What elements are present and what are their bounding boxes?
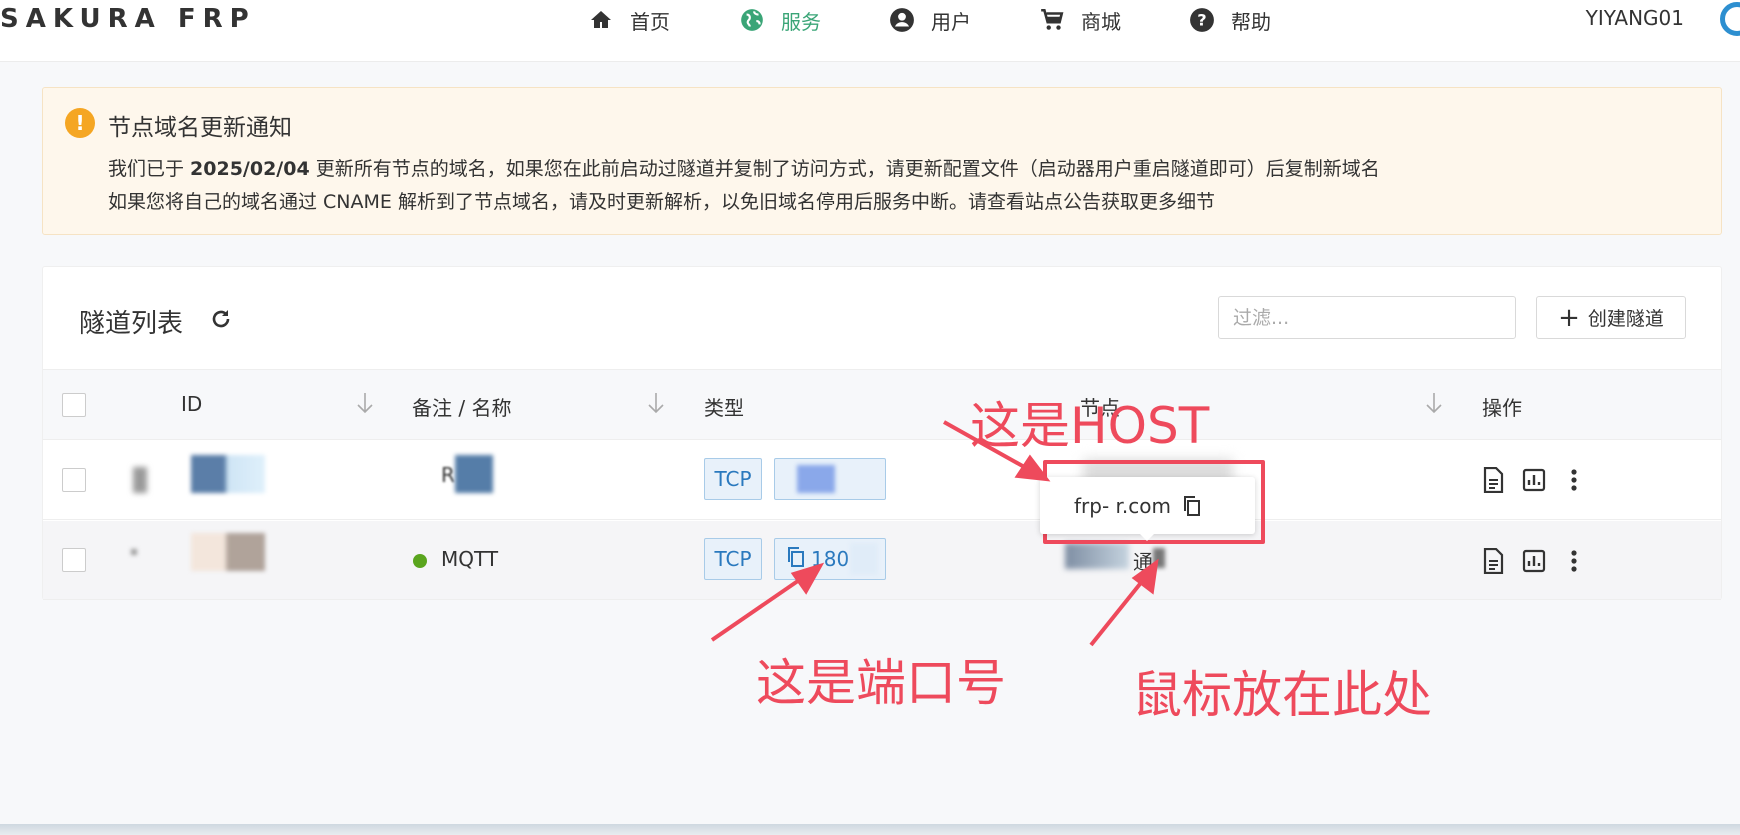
redacted-node <box>1153 548 1165 568</box>
tunnel-name: R <box>441 463 455 487</box>
table-header: ID 备注 / 名称 类型 节点 操作 <box>43 369 1721 440</box>
site-logo[interactable]: SAKURA FRP <box>0 4 256 34</box>
notice-line-2: 如果您将自己的域名通过 CNAME 解析到了节点域名，请及时更新解析，以免旧域名… <box>108 191 1215 213</box>
expand-chevron-icon[interactable] <box>133 467 147 493</box>
nav-user[interactable]: 用户 <box>888 5 971 35</box>
notice-line-1: 我们已于 2025/02/04 更新所有节点的域名，如果您在此前启动过隧道并复制… <box>108 154 1380 181</box>
port-tag[interactable] <box>774 458 886 500</box>
create-tunnel-label: 创建隧道 <box>1587 308 1664 330</box>
redacted-port <box>850 543 878 575</box>
type-tag: TCP <box>704 538 762 580</box>
sort-arrow-icon[interactable] <box>355 390 375 416</box>
nav-help-label: 帮助 <box>1231 9 1271 34</box>
redacted-id <box>191 455 265 493</box>
online-status-dot <box>413 554 427 568</box>
more-vertical-icon[interactable] <box>1561 467 1587 493</box>
domain-update-notice: ! 节点域名更新通知 我们已于 2025/02/04 更新所有节点的域名，如果您… <box>42 87 1722 235</box>
row-checkbox[interactable] <box>62 468 86 492</box>
nav-shop[interactable]: 商城 <box>1038 5 1121 35</box>
top-navbar: SAKURA FRP 首页 服务 用户 商城 ? 帮助 YIYANG01 <box>0 0 1740 62</box>
bottom-edge <box>0 824 1740 835</box>
filter-input[interactable] <box>1218 296 1516 339</box>
globe-icon <box>738 6 766 34</box>
notice-line-1-post: 更新所有节点的域名，如果您在此前启动过隧道并复制了访问方式，请更新配置文件（启动… <box>309 158 1380 180</box>
host-text: frp- r.com <box>1074 493 1171 518</box>
sort-arrow-icon[interactable] <box>646 390 666 416</box>
config-file-icon[interactable] <box>1480 548 1506 574</box>
svg-text:?: ? <box>1197 10 1206 29</box>
avatar[interactable] <box>1720 2 1740 36</box>
copy-icon[interactable] <box>1183 495 1201 516</box>
notice-title: 节点域名更新通知 <box>108 115 292 141</box>
nav-home-label: 首页 <box>630 9 670 34</box>
tunnel-list-card: 隧道列表 + 创建隧道 ID 备注 / 名称 类型 节点 操作 R TCP <box>42 266 1722 600</box>
table-row[interactable]: MQTT TCP 180 通 <box>43 521 1721 600</box>
cart-icon <box>1038 6 1066 34</box>
column-type[interactable]: 类型 <box>704 392 744 421</box>
annotation-hover: 鼠标放在此处 <box>1132 666 1432 724</box>
column-name[interactable]: 备注 / 名称 <box>412 392 511 421</box>
nav-service[interactable]: 服务 <box>738 5 821 35</box>
notice-line-1-pre: 我们已于 <box>108 158 191 180</box>
more-vertical-icon[interactable] <box>1561 548 1587 574</box>
nav-user-label: 用户 <box>931 9 971 34</box>
redacted-port <box>797 465 835 493</box>
create-tunnel-button[interactable]: + 创建隧道 <box>1536 296 1686 339</box>
tunnel-list-title: 隧道列表 <box>79 309 184 339</box>
sort-arrow-icon[interactable] <box>1424 390 1444 416</box>
refresh-icon[interactable] <box>207 305 235 333</box>
redacted-node <box>1065 543 1129 569</box>
port-copy-button[interactable]: 180 <box>774 538 886 580</box>
table-row[interactable]: R TCP <box>43 441 1721 520</box>
select-all-checkbox[interactable] <box>62 393 86 417</box>
help-icon: ? <box>1188 6 1216 34</box>
account-icon <box>888 6 916 34</box>
row-checkbox[interactable] <box>62 548 86 572</box>
nav-help[interactable]: ? 帮助 <box>1188 5 1271 35</box>
tooltip-arrow <box>1138 532 1156 541</box>
tunnel-name: MQTT <box>441 547 499 571</box>
host-tooltip: frp- r.com <box>1040 477 1255 534</box>
redacted-id <box>191 533 265 571</box>
copy-icon <box>787 546 805 572</box>
warning-icon: ! <box>65 108 95 138</box>
column-id[interactable]: ID <box>181 392 202 416</box>
column-ops: 操作 <box>1482 396 1522 420</box>
stats-icon[interactable] <box>1521 548 1547 574</box>
expand-chevron-icon[interactable] <box>131 549 137 555</box>
username[interactable]: YIYANG01 <box>1586 6 1684 30</box>
notice-date: 2025/02/04 <box>190 158 310 180</box>
nav-shop-label: 商城 <box>1081 9 1121 34</box>
type-tag: TCP <box>704 458 762 500</box>
nav-home[interactable]: 首页 <box>587 5 670 35</box>
nav-service-label: 服务 <box>781 9 821 34</box>
port-number: 180 <box>811 547 850 571</box>
node-name[interactable]: 通 <box>1133 546 1153 575</box>
plus-icon: + <box>1558 302 1580 333</box>
redacted-name <box>455 455 493 493</box>
stats-icon[interactable] <box>1521 467 1547 493</box>
config-file-icon[interactable] <box>1480 467 1506 493</box>
home-icon <box>587 6 615 34</box>
annotation-host: 这是HOST <box>970 397 1210 455</box>
annotation-port: 这是端口号 <box>756 654 1006 712</box>
